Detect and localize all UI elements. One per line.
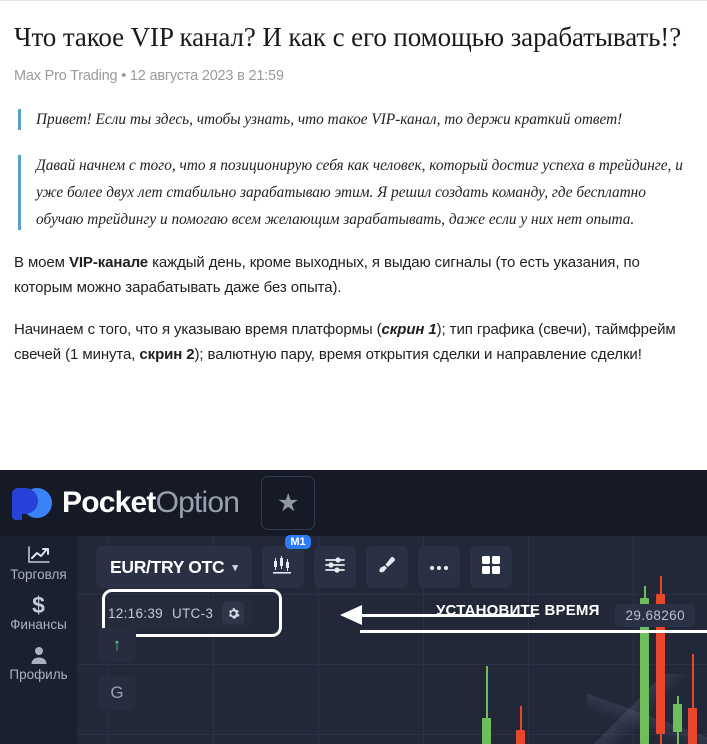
- pocket-option-logo-icon: [10, 484, 52, 522]
- annotation-set-time: УСТАНОВИТЕ ВРЕМЯ: [340, 602, 640, 630]
- platform-screenshot: PocketOption ★ Торговля $ Финансы Профил…: [0, 470, 707, 744]
- chart-toolbar: EUR/TRY OTC ▾ M1: [78, 535, 512, 592]
- platform-body: Торговля $ Финансы Профиль EUR/TRY OTC ▾…: [0, 535, 707, 744]
- brush-icon: [377, 555, 397, 580]
- more-options-button[interactable]: [417, 546, 460, 588]
- blockquote-2-text: Давай начнем с того, что я позиционирую …: [36, 157, 683, 228]
- candle: [673, 696, 682, 744]
- blockquote-1-text: Привет! Если ты здесь, чтобы узнать, что…: [36, 111, 623, 128]
- article-byline: Max Pro Trading • 12 августа 2023 в 21:5…: [14, 68, 284, 84]
- time-value: 12:16:39: [108, 605, 163, 621]
- paragraph-2: Начинаем с того, что я указываю время пл…: [14, 321, 676, 363]
- sidebar-item-finance[interactable]: $ Финансы: [0, 592, 77, 632]
- timeframe-badge: M1: [285, 535, 311, 549]
- favorites-star-button[interactable]: ★: [261, 476, 316, 530]
- time-display[interactable]: 12:16:39 UTC-3: [96, 598, 253, 628]
- dollar-icon: $: [32, 592, 45, 618]
- page-root: Что такое VIP канал? И как с его помощью…: [0, 0, 707, 744]
- sliders-icon: [324, 556, 345, 579]
- time-zone: UTC-3: [171, 605, 214, 621]
- g-label: G: [110, 683, 124, 702]
- arrow-head-icon: [340, 605, 362, 625]
- current-price-label: 29.68260: [615, 604, 695, 627]
- platform-header: PocketOption ★: [0, 470, 707, 536]
- chart-type-button[interactable]: M1: [261, 535, 311, 588]
- chevron-down-icon: ▾: [232, 561, 238, 574]
- brand-wordmark: PocketOption: [62, 486, 240, 520]
- paragraph-1: В моем VIP-канале каждый день, кроме вых…: [14, 254, 640, 296]
- sidebar-item-profile[interactable]: Профиль: [0, 642, 77, 682]
- draw-tools-button[interactable]: [365, 546, 408, 588]
- page-title: Что такое VIP канал? И как с его помощью…: [14, 22, 682, 52]
- platform-time-widget[interactable]: 12:16:39 UTC-3: [96, 589, 282, 637]
- platform-sidebar: Торговля $ Финансы Профиль: [0, 536, 78, 744]
- sidebar-item-finance-label: Финансы: [10, 617, 67, 632]
- grid-icon: [481, 555, 501, 580]
- person-icon: [0, 642, 77, 668]
- sidebar-item-profile-label: Профиль: [9, 667, 68, 682]
- blockquote-1: Привет! Если ты здесь, чтобы узнать, что…: [18, 106, 693, 133]
- chart-canvas[interactable]: EUR/TRY OTC ▾ M1 12:16:39 UTC-3 УСТАНОВИ…: [78, 535, 707, 744]
- gear-icon[interactable]: [222, 602, 245, 624]
- candlestick-icon: [272, 555, 294, 580]
- candle: [516, 706, 525, 744]
- brand-option: Option: [155, 486, 240, 519]
- brand-pocket: Pocket: [62, 486, 156, 519]
- star-icon: ★: [276, 489, 300, 517]
- indicators-button[interactable]: [313, 546, 356, 588]
- annotation-label: УСТАНОВИТЕ ВРЕМЯ: [436, 602, 600, 619]
- g-tool-button[interactable]: G: [98, 676, 136, 710]
- sidebar-item-trading-label: Торговля: [10, 567, 67, 582]
- candle: [482, 666, 491, 744]
- top-divider: [0, 0, 707, 1]
- asset-selector-button[interactable]: EUR/TRY OTC ▾: [96, 546, 252, 588]
- article-container: Что такое VIP канал? И как с его помощью…: [0, 21, 707, 367]
- chart-line-icon: [0, 542, 77, 568]
- call-up-button[interactable]: ↑: [98, 628, 136, 662]
- blockquote-2: Давай начнем с того, что я позиционирую …: [18, 152, 693, 233]
- layout-grid-button[interactable]: [469, 546, 512, 588]
- asset-selector-label: EUR/TRY OTC: [110, 556, 225, 577]
- sidebar-item-trading[interactable]: Торговля: [0, 542, 77, 582]
- candle: [688, 654, 697, 744]
- arrow-up-icon: ↑: [112, 635, 122, 654]
- ellipsis-icon: [429, 558, 449, 576]
- annotation-underline: [360, 630, 707, 633]
- candle: [656, 576, 665, 744]
